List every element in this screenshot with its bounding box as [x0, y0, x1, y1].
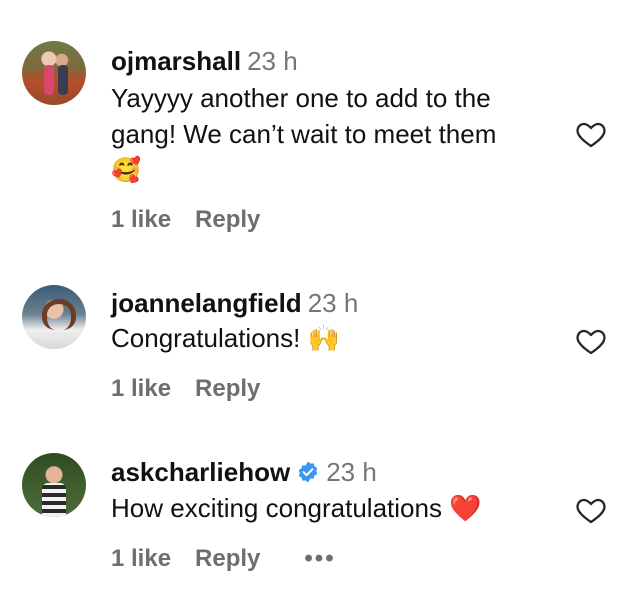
comment-meta: 1 like Reply	[111, 375, 260, 403]
comment-meta: 1 like Reply	[111, 206, 260, 234]
like-count[interactable]: 1 like	[111, 206, 171, 234]
comment-meta: 1 like Reply •••	[111, 545, 336, 573]
like-count[interactable]: 1 like	[111, 375, 171, 403]
comment-text-line-1: How exciting congratulations ❤️	[111, 493, 482, 523]
avatar[interactable]	[22, 41, 86, 105]
avatar[interactable]	[22, 453, 86, 517]
avatar[interactable]	[22, 285, 86, 349]
timestamp: 23 h	[326, 457, 377, 487]
username[interactable]: askcharliehow	[111, 457, 290, 487]
timestamp: 23 h	[247, 46, 298, 76]
comment-header: ojmarshall 23 h	[111, 46, 298, 76]
heart-outline-icon[interactable]	[574, 118, 608, 150]
comment-text-line-1: Yayyyy another one to add to the	[111, 83, 491, 113]
comment-header: askcharliehow 23 h	[111, 457, 377, 487]
timestamp: 23 h	[307, 288, 359, 318]
reply-button[interactable]: Reply	[195, 545, 260, 573]
username[interactable]: ojmarshall	[111, 46, 241, 76]
username[interactable]: joannelangfield	[111, 288, 302, 318]
comment-header: joannelangfield 23 h	[111, 288, 358, 318]
heart-outline-icon[interactable]	[574, 325, 608, 357]
reply-button[interactable]: Reply	[195, 206, 260, 234]
like-count[interactable]: 1 like	[111, 545, 171, 573]
verified-badge-icon	[298, 461, 318, 483]
comment-text-line-2: gang! We can’t wait to meet them	[111, 119, 497, 149]
heart-outline-icon[interactable]	[574, 494, 608, 526]
reply-button[interactable]: Reply	[195, 375, 260, 403]
comment-text-line-1: Congratulations! 🙌	[111, 323, 340, 353]
more-options-icon[interactable]: •••	[304, 545, 335, 573]
comment-text-line-3: 🥰	[111, 156, 141, 184]
